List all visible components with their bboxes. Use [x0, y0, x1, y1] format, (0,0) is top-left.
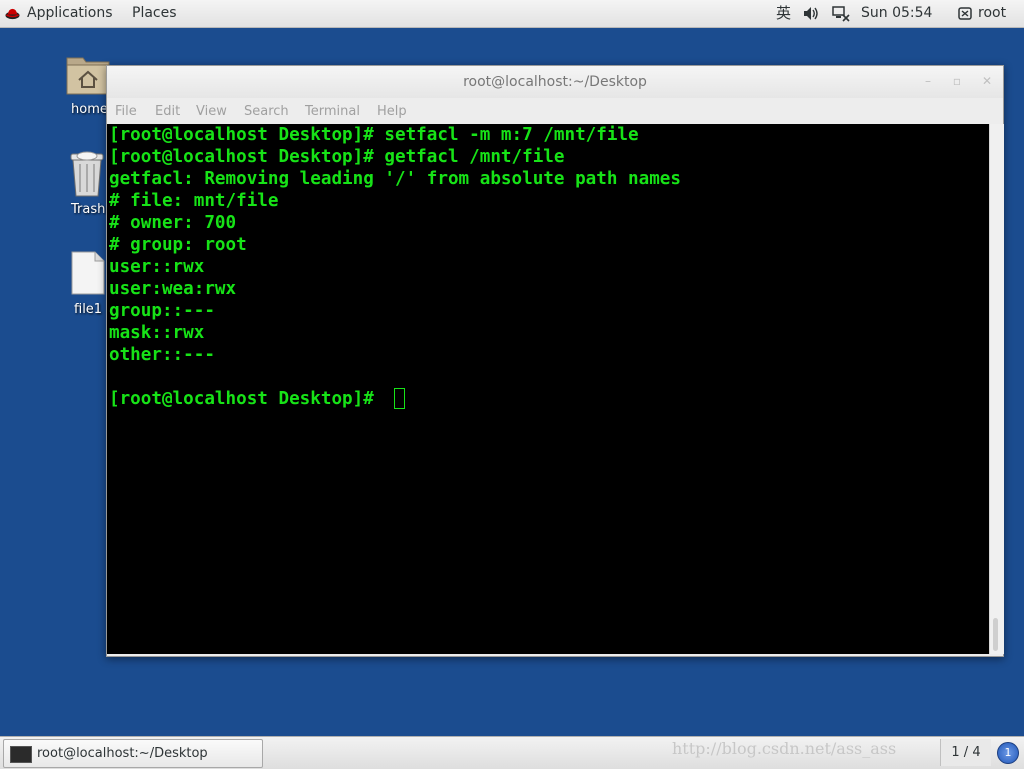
applications-menu[interactable]: Applications [27, 0, 113, 27]
terminal-line: [root@localhost Desktop]# setfacl -m m:7… [109, 125, 639, 145]
user-menu[interactable]: root [978, 0, 1006, 27]
maximize-button[interactable]: ▫ [950, 74, 964, 88]
terminal-output[interactable]: [root@localhost Desktop]# setfacl -m m:7… [107, 124, 989, 654]
terminal-line: getfacl: Removing leading '/' from absol… [109, 169, 681, 189]
home-folder-icon[interactable] [65, 52, 111, 96]
menu-search[interactable]: Search [244, 104, 289, 119]
system-menu-icon[interactable] [958, 7, 972, 20]
taskbar-window-button[interactable]: root@localhost:~/Desktop [3, 739, 263, 768]
window-titlebar[interactable]: root@localhost:~/Desktop [107, 66, 1003, 98]
taskbar-window-label: root@localhost:~/Desktop [37, 746, 208, 761]
terminal-cursor [394, 388, 405, 409]
close-button[interactable]: ✕ [980, 74, 994, 88]
menu-edit[interactable]: Edit [155, 104, 180, 119]
terminal-line: other::--- [109, 345, 215, 365]
volume-icon[interactable] [803, 6, 819, 21]
desktop-icon-label: Trash [71, 202, 106, 217]
input-method-indicator[interactable]: 英 [776, 0, 791, 27]
trash-icon[interactable] [68, 150, 106, 198]
terminal-window: root@localhost:~/Desktop – ▫ ✕ File Edit… [106, 65, 1004, 657]
window-title: root@localhost:~/Desktop [463, 74, 647, 90]
bottom-panel: root@localhost:~/Desktop http://blog.csd… [0, 736, 1024, 769]
menu-help[interactable]: Help [377, 104, 407, 119]
document-icon[interactable] [70, 250, 106, 296]
terminal-scrollbar[interactable] [989, 124, 1004, 654]
redhat-logo-icon [5, 8, 20, 20]
terminal-icon [10, 746, 32, 763]
menu-terminal[interactable]: Terminal [305, 104, 360, 119]
terminal-line: [root@localhost Desktop]# getfacl /mnt/f… [109, 147, 565, 167]
terminal-line: mask::rwx [109, 323, 205, 343]
scrollbar-thumb[interactable] [993, 618, 998, 651]
menu-file[interactable]: File [115, 104, 137, 119]
workspace-indicator[interactable]: 1 / 4 [940, 739, 991, 766]
menu-bar: File Edit View Search Terminal Help [107, 98, 1003, 124]
desktop-icon-label: file1 [74, 302, 103, 317]
network-disconnected-icon[interactable] [832, 5, 850, 22]
terminal-prompt: [root@localhost Desktop]# [109, 389, 385, 409]
menu-view[interactable]: View [196, 104, 227, 119]
top-panel: Applications Places 英 Sun 05:54 root [0, 0, 1024, 28]
desktop-icon-label: home [71, 102, 108, 117]
terminal-line: # owner: 700 [109, 213, 237, 233]
minimize-button[interactable]: – [921, 74, 935, 88]
terminal-line: # file: mnt/file [109, 191, 279, 211]
terminal-line: # group: root [109, 235, 247, 255]
terminal-line: group::--- [109, 301, 215, 321]
terminal-line: user::rwx [109, 257, 205, 277]
notification-badge[interactable]: 1 [997, 742, 1019, 764]
clock[interactable]: Sun 05:54 [861, 0, 932, 27]
watermark-text: http://blog.csdn.net/ass_ass [672, 739, 897, 758]
places-menu[interactable]: Places [132, 0, 177, 27]
terminal-line: user:wea:rwx [109, 279, 237, 299]
